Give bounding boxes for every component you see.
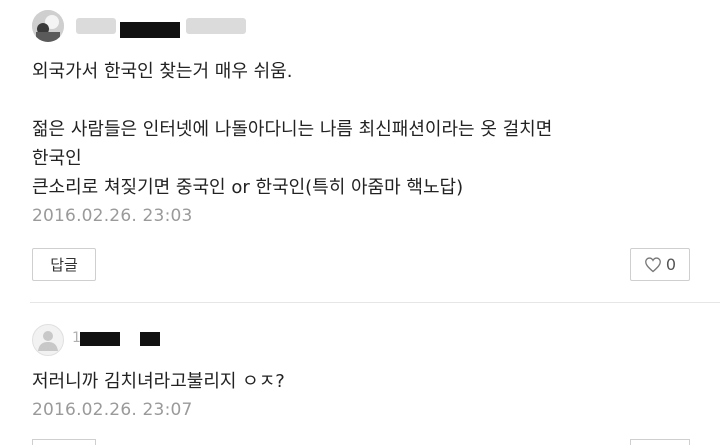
heart-outline-icon [644,256,661,272]
reply-button[interactable] [32,439,96,445]
avatar[interactable] [32,324,64,356]
comment-text-line: 저러니까 김치녀라고불리지 ㅇㅈ? [32,371,285,392]
comment-timestamp: 2016.02.26. 23:03 [32,206,193,226]
person-icon [38,331,58,351]
blurred-author-text [186,18,246,34]
like-count: 0 [665,255,677,274]
comment-text-line: 젊은 사람들은 인터넷에 나돌아다니는 나름 최신패션이라는 옷 걸치면 [32,119,553,140]
comment-timestamp: 2016.02.26. 23:07 [32,400,193,420]
avatar[interactable] [32,10,64,42]
comment-text-line: 외국가서 한국인 찾는거 매우 쉬움. [32,61,293,82]
blurred-author-text [76,18,116,34]
comment-item: 외국가서 한국인 찾는거 매우 쉬움. 젊은 사람들은 인터넷에 나돌아다니는 … [0,0,720,300]
reply-button-label: 답글 [50,256,78,274]
comment-text-line: 한국인 [32,148,82,169]
avatar-photo-icon [32,10,64,42]
like-button[interactable] [630,439,690,445]
redacted-author [140,332,160,346]
redacted-author [80,332,120,346]
comment-item: 1 저러니까 김치녀라고불리지 ㅇㅈ? 2016.02.26. 23:07 [0,300,720,445]
like-button[interactable]: 0 [630,248,690,281]
redacted-author [120,22,180,38]
reply-button[interactable]: 답글 [32,248,96,281]
comment-text-line: 큰소리로 쳐짖기면 중국인 or 한국인(특히 아줌마 핵노답) [32,177,464,198]
